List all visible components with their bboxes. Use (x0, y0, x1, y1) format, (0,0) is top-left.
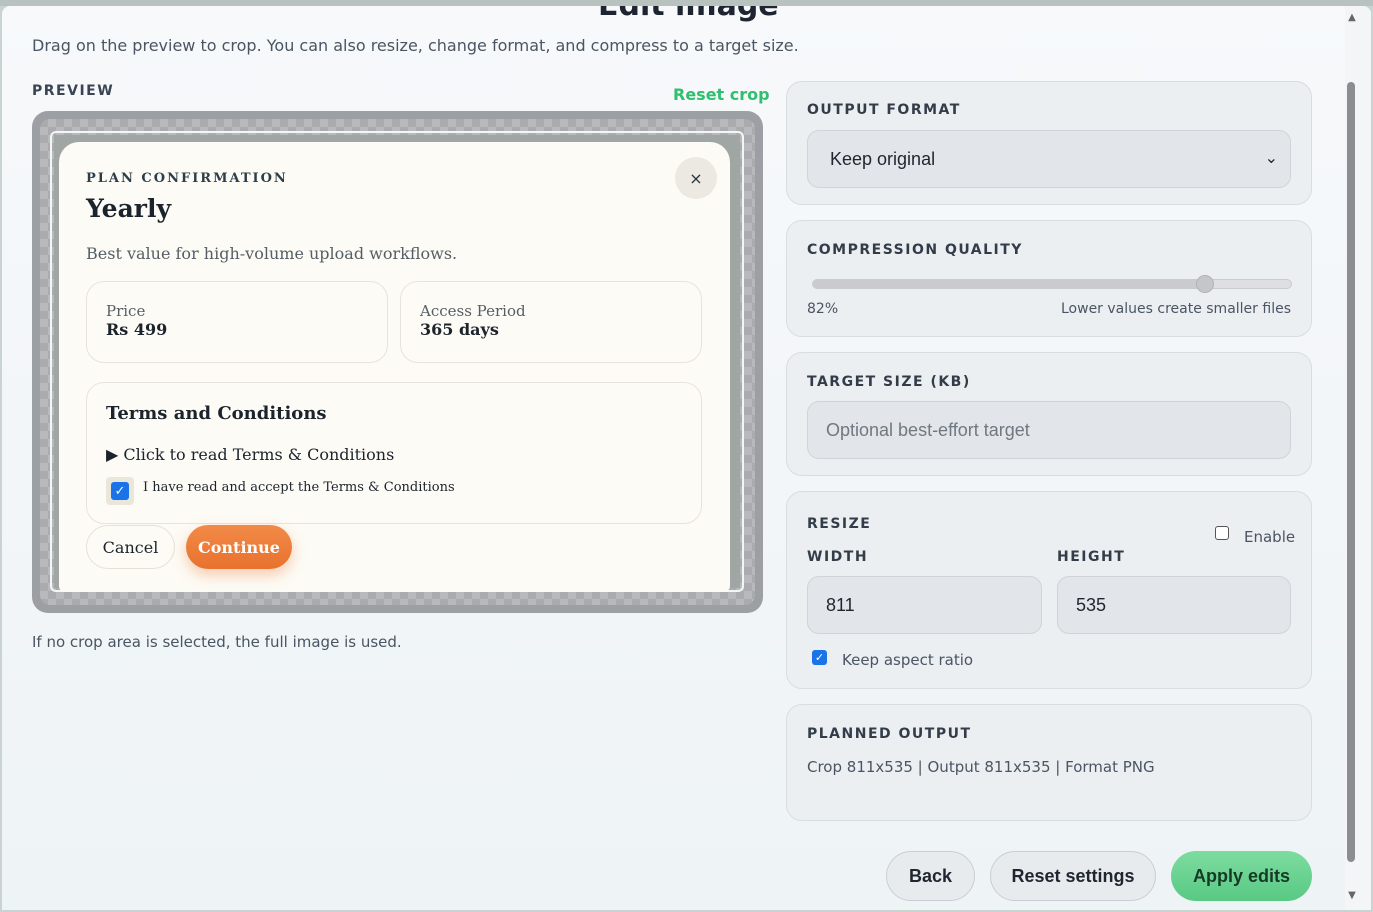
width-value: 811 (826, 594, 855, 615)
checkmark-icon: ✓ (812, 650, 827, 665)
terms-title: Terms and Conditions (106, 403, 327, 424)
output-format-panel: OUTPUT FORMAT Keep original ⌄ (786, 81, 1312, 205)
compression-hint: Lower values create smaller files (1061, 301, 1291, 317)
reset-crop-link[interactable]: Reset crop (673, 85, 770, 104)
price-value: Rs 499 (106, 320, 168, 339)
access-period-value: 365 days (420, 320, 499, 339)
terms-checkbox: ✓ (106, 477, 134, 505)
planned-output-summary: Crop 811x535 | Output 811x535 | Format P… (807, 758, 1155, 776)
compression-slider-thumb[interactable] (1195, 275, 1214, 293)
dialog-plan-name: Yearly (86, 194, 171, 223)
output-format-label: OUTPUT FORMAT (807, 102, 961, 118)
terms-card: Terms and Conditions ▶ Click to read Ter… (86, 382, 702, 524)
resize-enable-label: Enable (1244, 528, 1296, 546)
output-format-value: Keep original (830, 148, 936, 169)
compression-value: 82% (807, 301, 839, 317)
compression-slider-fill (813, 280, 1205, 288)
keep-aspect-checkbox[interactable]: ✓ (812, 650, 827, 665)
apply-edits-button[interactable]: Apply edits (1171, 851, 1312, 901)
crop-hint: If no crop area is selected, the full im… (32, 633, 402, 651)
terms-accept-label: I have read and accept the Terms & Condi… (143, 480, 455, 495)
target-size-panel: TARGET SIZE (KB) Optional best-effort ta… (786, 352, 1312, 476)
dialog-plan-description: Best value for high-volume upload workfl… (86, 244, 458, 263)
height-input[interactable]: 535 (1057, 576, 1291, 634)
checkmark-icon: ✓ (111, 482, 129, 500)
resize-label: RESIZE (807, 516, 872, 532)
edit-image-modal: Edit image Drag on the preview to crop. … (2, 6, 1371, 910)
preview-label: PREVIEW (32, 83, 115, 99)
dialog-cancel-button: Cancel (86, 525, 175, 569)
plan-confirmation-dialog: PLAN CONFIRMATION Yearly × Best value fo… (59, 142, 730, 592)
price-label: Price (106, 302, 146, 320)
compression-panel: COMPRESSION QUALITY 82% Lower values cre… (786, 220, 1312, 337)
resize-panel: RESIZE Enable WIDTH HEIGHT 811 535 ✓ Kee… (786, 491, 1312, 689)
scroll-up-icon[interactable]: ▲ (1346, 12, 1358, 23)
output-format-select[interactable]: Keep original ⌄ (807, 130, 1291, 188)
width-label: WIDTH (807, 549, 869, 565)
height-value: 535 (1076, 594, 1107, 615)
resize-enable-checkbox[interactable] (1215, 526, 1229, 540)
chevron-down-icon: ⌄ (1264, 150, 1278, 167)
dialog-continue-button: Continue (186, 525, 292, 569)
back-button[interactable]: Back (886, 851, 975, 901)
modal-title: Edit image (598, 6, 779, 23)
keep-aspect-label: Keep aspect ratio (842, 651, 974, 669)
target-size-label: TARGET SIZE (KB) (807, 374, 971, 390)
access-period-label: Access Period (420, 302, 526, 320)
compression-slider[interactable] (812, 275, 1292, 293)
modal-description: Drag on the preview to crop. You can als… (32, 36, 799, 55)
dialog-close-icon: × (675, 157, 717, 199)
crop-preview-canvas[interactable]: PLAN CONFIRMATION Yearly × Best value fo… (32, 111, 763, 613)
access-period-card: Access Period 365 days (400, 281, 702, 363)
resize-enable-toggle[interactable] (1215, 526, 1229, 540)
target-size-placeholder: Optional best-effort target (826, 419, 1030, 440)
scrollbar-thumb[interactable] (1347, 82, 1355, 862)
planned-output-label: PLANNED OUTPUT (807, 726, 972, 742)
price-card: Price Rs 499 (86, 281, 388, 363)
compression-label: COMPRESSION QUALITY (807, 242, 1023, 258)
terms-toggle: ▶ Click to read Terms & Conditions (106, 445, 395, 464)
dialog-eyebrow: PLAN CONFIRMATION (86, 171, 288, 186)
width-input[interactable]: 811 (807, 576, 1042, 634)
height-label: HEIGHT (1057, 549, 1126, 565)
reset-settings-button[interactable]: Reset settings (990, 851, 1156, 901)
scroll-down-icon[interactable]: ▼ (1346, 890, 1358, 901)
target-size-input[interactable]: Optional best-effort target (807, 401, 1291, 459)
planned-output-panel: PLANNED OUTPUT Crop 811x535 | Output 811… (786, 704, 1312, 821)
